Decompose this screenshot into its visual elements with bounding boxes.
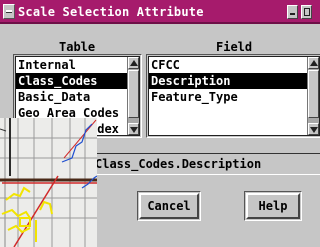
help-button[interactable]: Help: [246, 193, 300, 219]
map-view-overlay: [0, 118, 97, 247]
field-list[interactable]: CFCC Description Feature_Type: [148, 56, 320, 136]
field-scrollbar[interactable]: [307, 57, 319, 135]
scroll-thumb[interactable]: [308, 70, 319, 118]
scroll-down-arrow-icon[interactable]: [128, 123, 139, 135]
table-scrollbar[interactable]: [127, 57, 139, 135]
scroll-up-arrow-icon[interactable]: [308, 57, 319, 69]
field-item[interactable]: Feature_Type: [149, 89, 319, 105]
scroll-thumb[interactable]: [128, 70, 139, 118]
cancel-button[interactable]: Cancel: [139, 193, 199, 219]
maximize-icon[interactable]: [301, 5, 312, 19]
selected-attribute-field[interactable]: Class_Codes.Description: [92, 153, 320, 175]
scroll-down-arrow-icon[interactable]: [308, 123, 319, 135]
scroll-up-arrow-icon[interactable]: [128, 57, 139, 69]
window-menu-icon[interactable]: [3, 4, 15, 19]
table-item-selected[interactable]: Class_Codes: [16, 73, 139, 89]
map-view-drawing: [0, 118, 97, 247]
title-bar[interactable]: Scale Selection Attribute: [0, 0, 320, 24]
field-item-selected[interactable]: Description: [149, 73, 319, 89]
field-label: Field: [216, 40, 253, 54]
table-label: Table: [59, 40, 96, 54]
table-item[interactable]: Internal: [16, 57, 139, 73]
field-item[interactable]: CFCC: [149, 57, 319, 73]
window-title: Scale Selection Attribute: [18, 5, 204, 19]
minimize-icon[interactable]: [287, 5, 298, 19]
table-item[interactable]: Basic_Data: [16, 89, 139, 105]
